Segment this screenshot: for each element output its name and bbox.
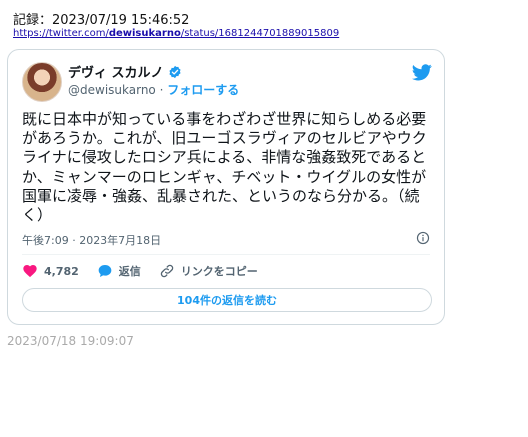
separator-dot: · <box>159 83 164 97</box>
reply-bubble-icon <box>98 265 112 277</box>
handle-row: @dewisukarno · フォローする <box>68 81 239 98</box>
tweet-url-link[interactable]: https://twitter.com/dewisukarno/status/1… <box>13 28 339 39</box>
like-button[interactable]: 4,782 <box>22 263 79 279</box>
read-replies-button[interactable]: 104件の返信を読む <box>22 288 432 312</box>
copy-link-label: リンクをコピー <box>180 265 258 278</box>
tweet-card: デヴィ スカルノ @dewisukarno · フォローする 既に日本中が知って… <box>7 49 445 325</box>
display-name-row[interactable]: デヴィ スカルノ <box>68 62 182 81</box>
verified-badge-icon <box>168 65 181 78</box>
action-bar: 4,782 返信 リンクをコピー <box>22 263 276 279</box>
url-prefix: https://twitter.com/ <box>13 28 109 39</box>
reply-label: 返信 <box>118 265 141 278</box>
twitter-bird-icon[interactable] <box>412 64 432 81</box>
heart-icon <box>23 265 37 278</box>
handle[interactable]: @dewisukarno <box>68 83 156 97</box>
divider <box>22 254 430 255</box>
follow-button[interactable]: フォローする <box>167 83 239 97</box>
link-icon <box>160 264 174 278</box>
url-user: dewisukarno <box>108 28 181 39</box>
url-suffix: /status/1681244701889015809 <box>180 28 340 39</box>
like-count: 4,782 <box>44 264 79 278</box>
avatar[interactable] <box>22 62 62 102</box>
tweet-text: 既に日本中が知っている事をわざわざ世界に知らしめる必要があろうか。これが、旧ユー… <box>22 110 427 225</box>
tweet-timestamp[interactable]: 午後7:09 · 2023年7月18日 <box>22 232 161 248</box>
display-name: デヴィ スカルノ <box>68 66 164 81</box>
saved-time: 2023/07/18 19:09:07 <box>7 334 134 348</box>
record-timestamp: 記録：2023/07/19 15:46:52 <box>13 13 190 28</box>
reply-button[interactable]: 返信 <box>97 263 141 279</box>
copy-link-button[interactable]: リンクをコピー <box>159 263 258 279</box>
info-icon[interactable] <box>416 231 430 245</box>
